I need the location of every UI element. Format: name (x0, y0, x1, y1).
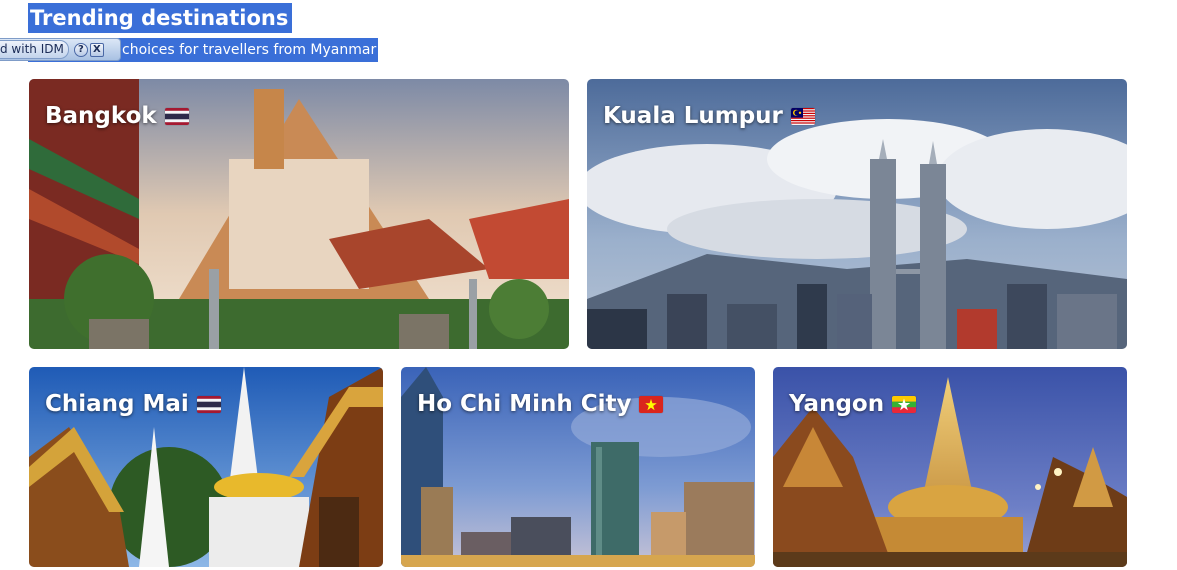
vietnam-flag-icon (639, 395, 664, 413)
idm-download-panel[interactable]: d with IDM ? X (0, 38, 121, 61)
destination-name-chiang-mai: Chiang Mai (45, 391, 221, 417)
destination-card-bangkok[interactable]: Bangkok (29, 79, 569, 349)
malaysia-flag-icon (790, 107, 815, 125)
idm-download-button[interactable]: d with IDM (0, 40, 69, 59)
myanmar-flag-icon (892, 395, 917, 413)
destination-card-ho-chi-minh-city[interactable]: Ho Chi Minh City (401, 367, 755, 567)
destination-card-chiang-mai[interactable]: Chiang Mai (29, 367, 383, 567)
thailand-flag-icon (164, 107, 189, 125)
destination-name-kuala-lumpur: Kuala Lumpur (603, 103, 815, 129)
destination-name-ho-chi-minh-city: Ho Chi Minh City (417, 391, 664, 417)
destination-name-yangon: Yangon (789, 391, 917, 417)
section-title: Trending destinations (28, 3, 293, 33)
thailand-flag-icon (196, 395, 221, 413)
idm-close-icon[interactable]: X (89, 42, 104, 57)
destination-card-yangon[interactable]: Yangon (773, 367, 1127, 567)
idm-help-icon[interactable]: ? (73, 42, 88, 57)
destination-name-bangkok: Bangkok (45, 103, 189, 129)
destination-card-kuala-lumpur[interactable]: Kuala Lumpur (587, 79, 1127, 349)
